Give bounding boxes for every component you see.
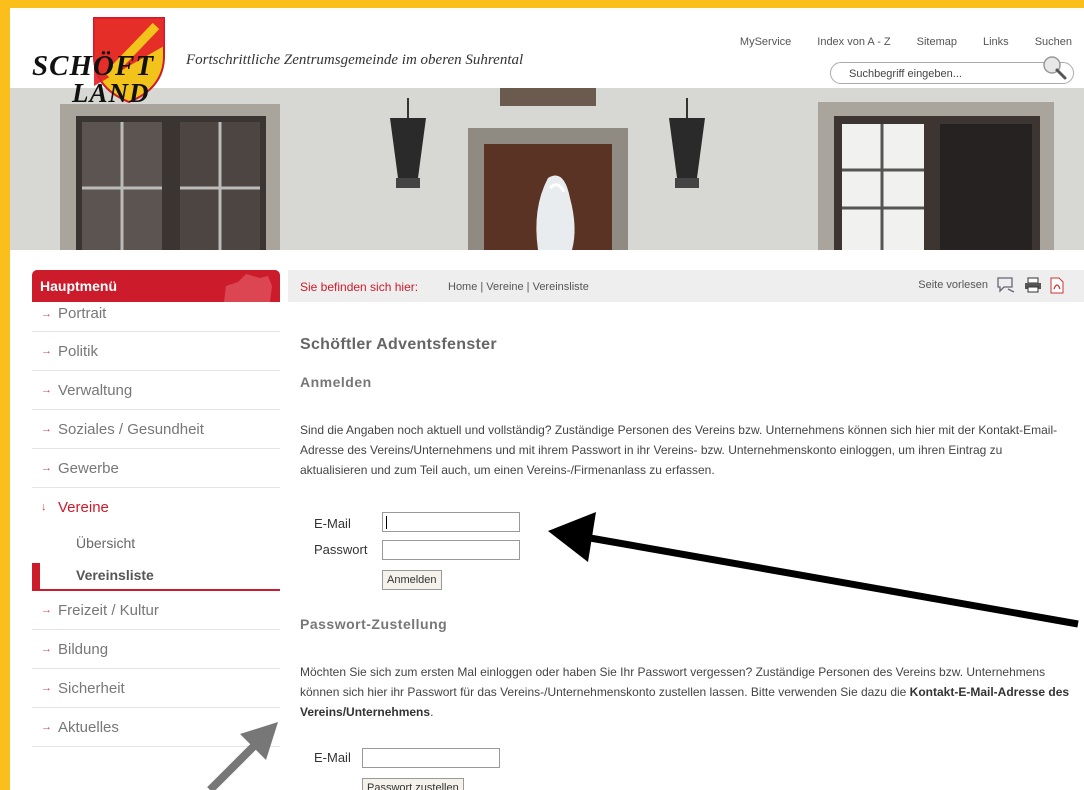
- speech-icon[interactable]: [996, 276, 1016, 294]
- menu-item-label: Bildung: [58, 641, 109, 658]
- arrow-right-icon: →: [41, 384, 52, 396]
- menu-item-bildung[interactable]: → Bildung: [32, 630, 280, 669]
- main-menu-title: Hauptmenü: [40, 278, 117, 294]
- arrow-right-icon: →: [41, 643, 52, 655]
- menu-item-label: Portrait: [58, 305, 107, 322]
- search-input[interactable]: [849, 66, 1029, 81]
- arrow-down-icon: ↓: [41, 501, 47, 513]
- arrow-right-icon: →: [41, 423, 52, 435]
- print-icon[interactable]: [1024, 277, 1042, 293]
- menu-item-label: Gewerbe: [58, 460, 119, 477]
- menu-item-label: Sicherheit: [58, 680, 125, 697]
- header-banner-image: [10, 88, 1084, 250]
- menu-item-sicherheit[interactable]: → Sicherheit: [32, 669, 280, 708]
- menu-item-label: Verwaltung: [58, 382, 133, 399]
- logo[interactable]: SCHÖFT LAND: [32, 16, 202, 108]
- menu-item-label: Vereine: [58, 499, 109, 516]
- site-header: SCHÖFT LAND Fortschrittliche Zentrumsgem…: [10, 8, 1084, 108]
- search-icon[interactable]: [1039, 54, 1069, 82]
- page: SCHÖFT LAND Fortschrittliche Zentrumsgem…: [10, 8, 1084, 790]
- arrow-right-icon: →: [41, 308, 52, 320]
- menu-item-aktuelles[interactable]: → Aktuelles: [32, 708, 280, 747]
- breadcrumb-label: Sie befinden sich hier:: [300, 280, 419, 294]
- reset-email-label: E-Mail: [314, 750, 351, 765]
- arrow-right-icon: →: [41, 462, 52, 474]
- menu-item-label: Politik: [58, 343, 99, 360]
- menu-item-soziales[interactable]: → Soziales / Gesundheit: [32, 410, 280, 449]
- password-label: Passwort: [314, 542, 368, 557]
- password-reset-heading: Passwort-Zustellung: [300, 616, 448, 632]
- menu-item-politik[interactable]: → Politik: [32, 332, 280, 371]
- page-tools: Seite vorlesen: [918, 276, 1064, 294]
- arrow-right-icon: →: [41, 721, 52, 733]
- search-box: [830, 56, 1074, 84]
- password-field[interactable]: [382, 540, 520, 560]
- main-menu-header: Hauptmenü: [32, 270, 280, 302]
- read-aloud-link[interactable]: Seite vorlesen: [918, 279, 988, 291]
- reset-text-end: .: [430, 705, 434, 719]
- menu-item-freizeit[interactable]: → Freizeit / Kultur: [32, 591, 280, 630]
- current-marker: [32, 563, 40, 590]
- main-menu: Hauptmenü → Portrait → Politik → Verwaltung…: [32, 270, 280, 790]
- submenu-item-vereinsliste[interactable]: Vereinsliste: [32, 559, 280, 591]
- submenu-item-uebersicht[interactable]: Übersicht: [32, 527, 280, 559]
- topnav-links[interactable]: Links: [970, 36, 1022, 52]
- menu-item-label: Soziales / Gesundheit: [58, 421, 204, 438]
- arrow-right-icon: →: [41, 345, 52, 357]
- menu-item-label: Aktuelles: [58, 719, 119, 736]
- page-title: Schöftler Adventsfenster: [300, 336, 497, 353]
- topnav-sitemap[interactable]: Sitemap: [904, 36, 970, 52]
- submenu-item-label: Vereinsliste: [76, 567, 154, 583]
- pdf-icon[interactable]: [1050, 277, 1064, 294]
- login-heading: Anmelden: [300, 374, 372, 390]
- menu-item-portrait[interactable]: → Portrait: [32, 302, 280, 332]
- reset-email-field[interactable]: [362, 748, 500, 768]
- topnav-index[interactable]: Index von A - Z: [804, 36, 903, 52]
- menu-item-gewerbe[interactable]: → Gewerbe: [32, 449, 280, 488]
- map-outline-icon: [224, 274, 272, 302]
- login-button[interactable]: Anmelden: [382, 570, 442, 590]
- menu-item-label: Freizeit / Kultur: [58, 602, 159, 619]
- text-cursor: [386, 516, 387, 529]
- arrow-right-icon: →: [41, 682, 52, 694]
- site-tagline: Fortschrittliche Zentrumsgemeinde im obe…: [186, 52, 524, 68]
- login-description: Sind die Angaben noch aktuell und vollst…: [300, 423, 1058, 477]
- password-reset-description: Möchten Sie sich zum ersten Mal einlogge…: [300, 662, 1072, 722]
- menu-item-verwaltung[interactable]: → Verwaltung: [32, 371, 280, 410]
- menu-item-vereine[interactable]: ↓ Vereine: [32, 488, 280, 527]
- submenu-item-label: Übersicht: [76, 535, 136, 551]
- breadcrumb: Sie befinden sich hier: Home | Vereine |…: [288, 270, 1084, 302]
- breadcrumb-path[interactable]: Home | Vereine | Vereinsliste: [448, 281, 589, 293]
- email-field[interactable]: [382, 512, 520, 532]
- top-navigation: MyService Index von A - Z Sitemap Links …: [727, 36, 1074, 52]
- arrow-right-icon: →: [41, 604, 52, 616]
- send-password-button[interactable]: Passwort zustellen: [362, 778, 464, 790]
- logo-text-bottom: LAND: [72, 78, 150, 108]
- email-label: E-Mail: [314, 516, 351, 531]
- topnav-myservice[interactable]: MyService: [727, 36, 804, 52]
- topnav-search[interactable]: Suchen: [1022, 36, 1074, 52]
